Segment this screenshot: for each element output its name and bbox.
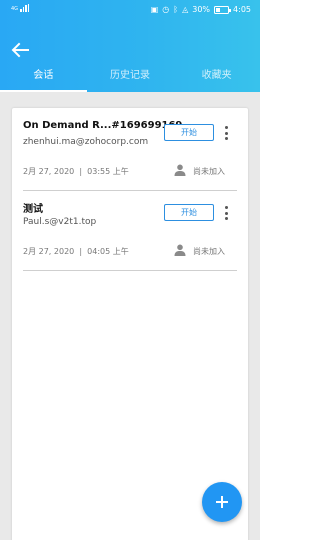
network-indicator: 4G [11, 4, 30, 12]
back-arrow-icon [11, 42, 29, 58]
status-icons: ▣ ◷ ᛒ ◬ 30% 4:05 [151, 5, 251, 14]
nfc-icon: ▣ [150, 4, 159, 14]
person-icon [174, 244, 186, 256]
session-time: 04:05 上午 [87, 247, 129, 256]
person-icon [174, 164, 186, 176]
session-list-card: On Demand R...#169699169 zhenhui.ma@zoho… [12, 108, 248, 540]
session-title: On Demand R...#169699169 [23, 120, 183, 131]
battery-icon [214, 5, 232, 14]
participant-status: 尚未加入 [193, 247, 225, 256]
more-vert-icon[interactable] [223, 126, 229, 140]
participant-status: 尚未加入 [193, 167, 225, 176]
signal-icon [20, 4, 30, 12]
session-datetime: 2月 27, 2020 | 03:55 上午 [23, 166, 129, 177]
back-button[interactable] [11, 42, 29, 58]
add-session-button[interactable] [202, 482, 242, 522]
clock: 4:05 [233, 5, 251, 14]
mute-icon: ◬ [182, 4, 189, 14]
divider [23, 190, 237, 191]
network-type: 4G [11, 6, 19, 12]
session-list-area: On Demand R...#169699169 zhenhui.ma@zoho… [0, 92, 260, 540]
session-email: zhenhui.ma@zohocorp.com [23, 137, 149, 147]
start-session-button[interactable]: 开始 [164, 124, 214, 141]
datetime-separator: | [79, 247, 83, 256]
datetime-separator: | [79, 167, 83, 176]
bluetooth-icon: ᛒ [173, 4, 179, 14]
session-date: 2月 27, 2020 [23, 167, 75, 176]
more-vert-icon[interactable] [223, 206, 229, 220]
session-title: 测试 [23, 204, 43, 215]
alarm-icon: ◷ [162, 4, 170, 14]
status-bar: 4G ▣ ◷ ᛒ ◬ 30% 4:05 [0, 0, 260, 20]
start-session-button[interactable]: 开始 [164, 204, 214, 221]
add-icon [216, 496, 228, 508]
session-time: 03:55 上午 [87, 167, 129, 176]
session-date: 2月 27, 2020 [23, 247, 75, 256]
session-datetime: 2月 27, 2020 | 04:05 上午 [23, 246, 129, 257]
battery-percent: 30% [192, 5, 211, 14]
divider [23, 270, 237, 271]
tab-sessions[interactable]: 会话 [0, 66, 87, 92]
tab-bar: 会话 历史记录 收藏夹 [0, 66, 260, 92]
tab-favorites[interactable]: 收藏夹 [173, 66, 260, 92]
session-email: Paul.s@v2t1.top [23, 217, 97, 227]
tab-history[interactable]: 历史记录 [87, 66, 174, 92]
app-header: 4G ▣ ◷ ᛒ ◬ 30% 4:05 会话 历史记录 收藏夹 [0, 0, 260, 92]
